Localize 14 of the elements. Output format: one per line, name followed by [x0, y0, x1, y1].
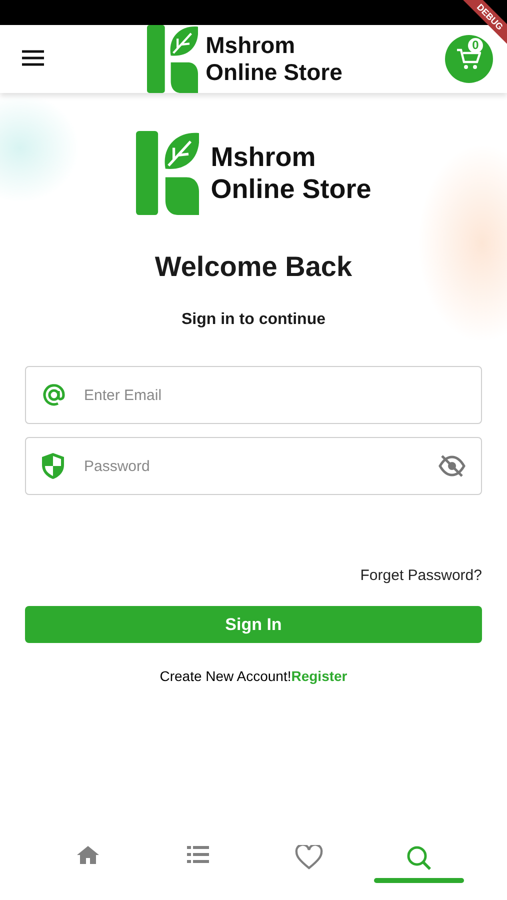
sign-in-button[interactable]: Sign In — [25, 606, 482, 643]
cart-button[interactable]: 0 — [445, 35, 493, 83]
logo-text: Online Store — [210, 173, 372, 205]
welcome-title: Welcome Back — [154, 251, 354, 283]
password-field[interactable]: Password — [25, 437, 482, 495]
register-prompt: Create New Account! — [160, 668, 292, 684]
logo-text: Online Store — [206, 59, 342, 86]
email-field[interactable]: Enter Email — [25, 366, 482, 424]
subtitle: Sign in to continue — [180, 311, 326, 329]
forgot-password-link[interactable]: Forget Password? — [360, 567, 482, 584]
logo-text: Mshrom — [206, 32, 296, 59]
register-link[interactable]: Register — [291, 668, 348, 684]
cart-count-badge: 0 — [468, 38, 483, 53]
logo-text: Mshrom — [210, 141, 317, 173]
